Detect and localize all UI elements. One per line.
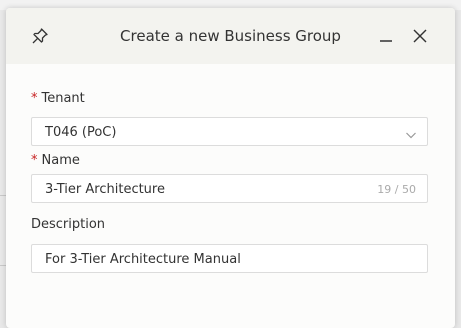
tenant-select[interactable]: T046 (PoC) (31, 117, 428, 146)
tenant-label-text: Tenant (41, 91, 85, 106)
chevron-down-icon (405, 126, 417, 139)
description-label: Description (31, 217, 106, 232)
description-input[interactable]: For 3-Tier Architecture Manual (31, 244, 428, 273)
minimize-icon[interactable] (376, 26, 396, 46)
name-char-counter: 19 / 50 (377, 183, 416, 196)
tenant-select-value: T046 (PoC) (45, 125, 117, 140)
create-business-group-dialog: Create a new Business Group * Tenant T046… (6, 8, 455, 328)
tenant-label: * Tenant (31, 91, 85, 107)
required-marker: * (31, 91, 38, 106)
dialog-header: Create a new Business Group (6, 8, 455, 64)
description-input-value: For 3-Tier Architecture Manual (45, 252, 241, 267)
close-icon[interactable] (410, 26, 430, 46)
name-input-value: 3-Tier Architecture (45, 182, 165, 197)
name-label-text: Name (41, 153, 80, 168)
name-input[interactable]: 3-Tier Architecture 19 / 50 (31, 174, 428, 203)
required-marker: * (31, 153, 38, 168)
name-label: * Name (31, 153, 80, 169)
